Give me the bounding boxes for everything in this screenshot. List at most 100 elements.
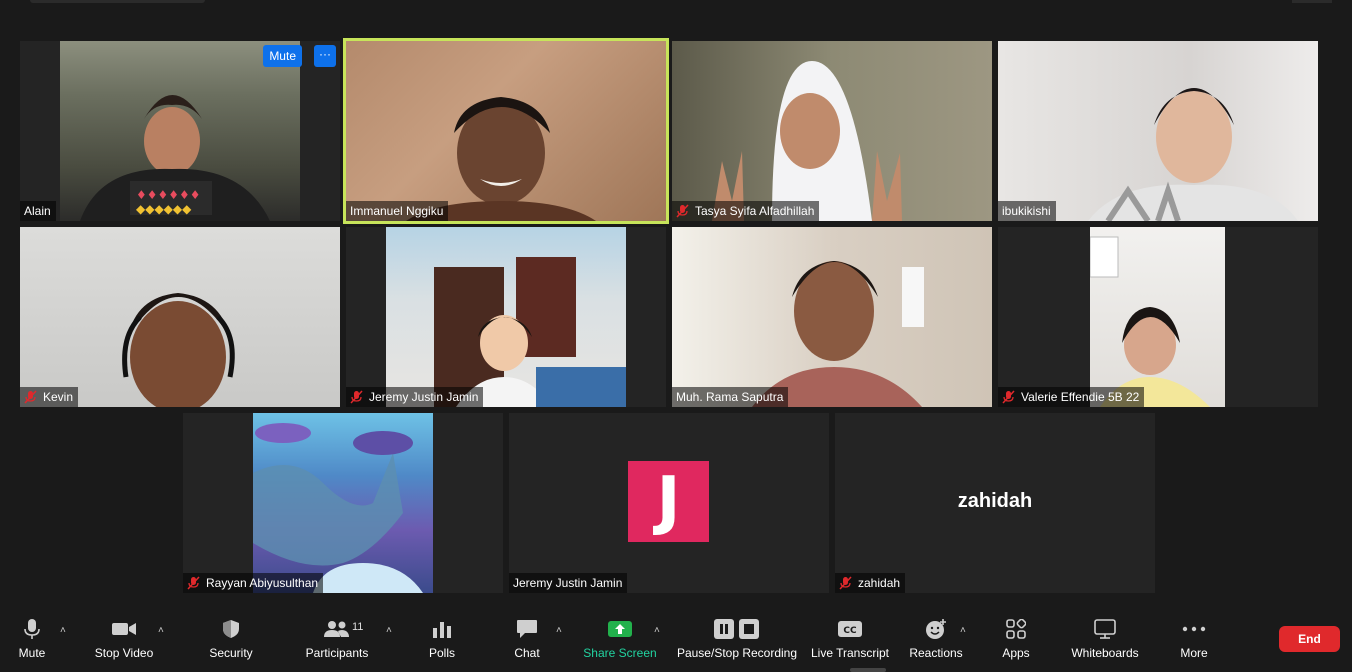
mute-label: Mute xyxy=(18,646,46,660)
participant-tile-valerie[interactable]: Valerie Effendie 5B 22 xyxy=(998,227,1318,407)
participant-name: zahidah xyxy=(858,576,901,590)
stop-video-label: Stop Video xyxy=(94,646,154,660)
participant-name: Kevin xyxy=(43,390,74,404)
participant-name-tag: Jeremy Justin Jamin xyxy=(346,387,484,407)
chat-options-chevron-icon[interactable]: ˄ xyxy=(556,625,562,636)
polls-label: Polls xyxy=(428,646,455,660)
closed-caption-icon: CC xyxy=(838,621,862,637)
chat-label: Chat xyxy=(514,646,540,660)
share-screen-button[interactable]: Share Screen xyxy=(582,605,658,672)
participant-name: Immanuel Nggiku xyxy=(350,204,444,218)
polls-button[interactable]: Polls xyxy=(420,605,464,672)
mute-options-chevron-icon[interactable]: ˄ xyxy=(60,625,66,636)
participants-label: Participants xyxy=(305,646,369,660)
mic-muted-icon xyxy=(24,390,37,404)
participant-name: Tasya Syifa Alfadhillah xyxy=(695,204,815,218)
participant-name-tag: Tasya Syifa Alfadhillah xyxy=(672,201,820,221)
participant-video xyxy=(672,227,992,407)
recording-controls[interactable]: Pause/Stop Recording xyxy=(676,605,798,672)
chat-button[interactable]: Chat xyxy=(505,605,549,672)
reactions-button[interactable]: Reactions xyxy=(906,605,966,672)
participant-tile-tasya[interactable]: Tasya Syifa Alfadhillah xyxy=(672,41,992,221)
participant-name: Muh. Rama Saputra xyxy=(676,390,784,404)
mute-button[interactable]: Mute xyxy=(10,605,54,672)
microphone-icon xyxy=(24,619,40,639)
participant-avatar: J xyxy=(628,461,709,542)
mic-muted-icon xyxy=(187,576,200,590)
participant-tile-rayyan[interactable]: Rayyan Abiyusulthan xyxy=(183,413,503,593)
bottom-handle xyxy=(850,668,886,672)
mic-muted-icon xyxy=(350,390,363,404)
more-dots-icon xyxy=(1182,626,1206,632)
video-options-chevron-icon[interactable]: ˄ xyxy=(158,625,164,636)
participant-video xyxy=(253,413,433,593)
top-bar-right xyxy=(1292,0,1332,3)
participant-name: ibukikishi xyxy=(1002,204,1051,218)
participant-name-tag: Alain xyxy=(20,201,56,221)
apps-grid-icon xyxy=(1006,619,1026,639)
participant-tile-zahidah[interactable]: zahidah zahidah xyxy=(835,413,1155,593)
participant-name-tag: Jeremy Justin Jamin xyxy=(509,573,628,593)
pause-stop-recording-icon xyxy=(714,619,759,639)
whiteboards-label: Whiteboards xyxy=(1071,646,1139,660)
participants-options-chevron-icon[interactable]: ˄ xyxy=(386,625,392,636)
svg-text:♦♦♦♦♦♦: ♦♦♦♦♦♦ xyxy=(136,188,201,202)
video-camera-icon xyxy=(112,623,136,635)
participant-tile-kevin[interactable]: Kevin xyxy=(20,227,340,407)
participant-video xyxy=(20,227,340,407)
stop-video-button[interactable]: Stop Video xyxy=(90,605,158,672)
recording-label: Pause/Stop Recording xyxy=(676,646,798,660)
more-label: More xyxy=(1180,646,1208,660)
participant-name: Rayyan Abiyusulthan xyxy=(206,576,319,590)
participant-tile-immanuel[interactable]: Immanuel Nggiku xyxy=(343,38,669,224)
apps-button[interactable]: Apps xyxy=(994,605,1038,672)
top-bar xyxy=(0,0,1352,30)
participant-name-tag: Immanuel Nggiku xyxy=(346,201,449,221)
participant-name: Valerie Effendie 5B 22 xyxy=(1021,390,1140,404)
participant-video xyxy=(1090,227,1225,407)
share-screen-arrow-icon xyxy=(608,621,632,637)
svg-text:◆◆◆◆◆◆: ◆◆◆◆◆◆ xyxy=(136,202,192,216)
participant-video xyxy=(998,41,1318,221)
participant-tile-rama[interactable]: Muh. Rama Saputra xyxy=(672,227,992,407)
end-meeting-button[interactable]: End xyxy=(1279,626,1340,652)
participants-button[interactable]: 11 Participants xyxy=(302,605,372,672)
share-options-chevron-icon[interactable]: ˄ xyxy=(654,625,660,636)
participant-name-tag: Rayyan Abiyusulthan xyxy=(183,573,324,593)
live-transcript-label: Live Transcript xyxy=(810,646,890,660)
participant-display-name: zahidah xyxy=(957,490,1033,512)
participant-name-tag: zahidah xyxy=(835,573,906,593)
participant-name-tag: Muh. Rama Saputra xyxy=(672,387,789,407)
participants-count: 11 xyxy=(352,621,364,633)
top-bar-tab xyxy=(30,0,205,3)
participant-name-tag: ibukikishi xyxy=(998,201,1056,221)
security-button[interactable]: Security xyxy=(204,605,258,672)
participant-name: Alain xyxy=(24,204,51,218)
participant-tile-jeremy-avatar[interactable]: J Jeremy Justin Jamin xyxy=(509,413,829,593)
whiteboard-icon xyxy=(1094,619,1116,639)
participant-tile-jeremy[interactable]: Jeremy Justin Jamin xyxy=(346,227,666,407)
participant-video xyxy=(672,41,992,221)
more-button[interactable]: More xyxy=(1172,605,1216,672)
chat-bubble-icon xyxy=(517,620,537,638)
reactions-options-chevron-icon[interactable]: ˄ xyxy=(960,625,966,636)
participant-video: ♦♦♦♦♦♦ ◆◆◆◆◆◆ xyxy=(60,41,300,221)
live-transcript-button[interactable]: CC Live Transcript xyxy=(810,605,890,672)
participant-video xyxy=(346,41,666,221)
participant-name: Jeremy Justin Jamin xyxy=(513,576,623,590)
security-label: Security xyxy=(209,646,253,660)
tile-mute-button[interactable]: Mute xyxy=(263,45,302,67)
participants-icon xyxy=(324,621,349,637)
participant-video xyxy=(386,227,626,407)
participant-name: Jeremy Justin Jamin xyxy=(369,390,479,404)
participant-tile-ibukikishi[interactable]: ibukikishi xyxy=(998,41,1318,221)
meeting-toolbar: Mute ˄ Stop Video ˄ Security 11 Particip… xyxy=(0,605,1352,672)
mic-muted-icon xyxy=(676,204,689,218)
cc-text: CC xyxy=(843,626,857,636)
participant-tile-alain[interactable]: ♦♦♦♦♦♦ ◆◆◆◆◆◆ Mute ··· Alain xyxy=(20,41,340,221)
participant-name-tag: Kevin xyxy=(20,387,79,407)
whiteboards-button[interactable]: Whiteboards xyxy=(1066,605,1144,672)
smiley-plus-icon xyxy=(926,619,946,639)
tile-more-button[interactable]: ··· xyxy=(314,45,336,67)
apps-label: Apps xyxy=(1002,646,1030,660)
